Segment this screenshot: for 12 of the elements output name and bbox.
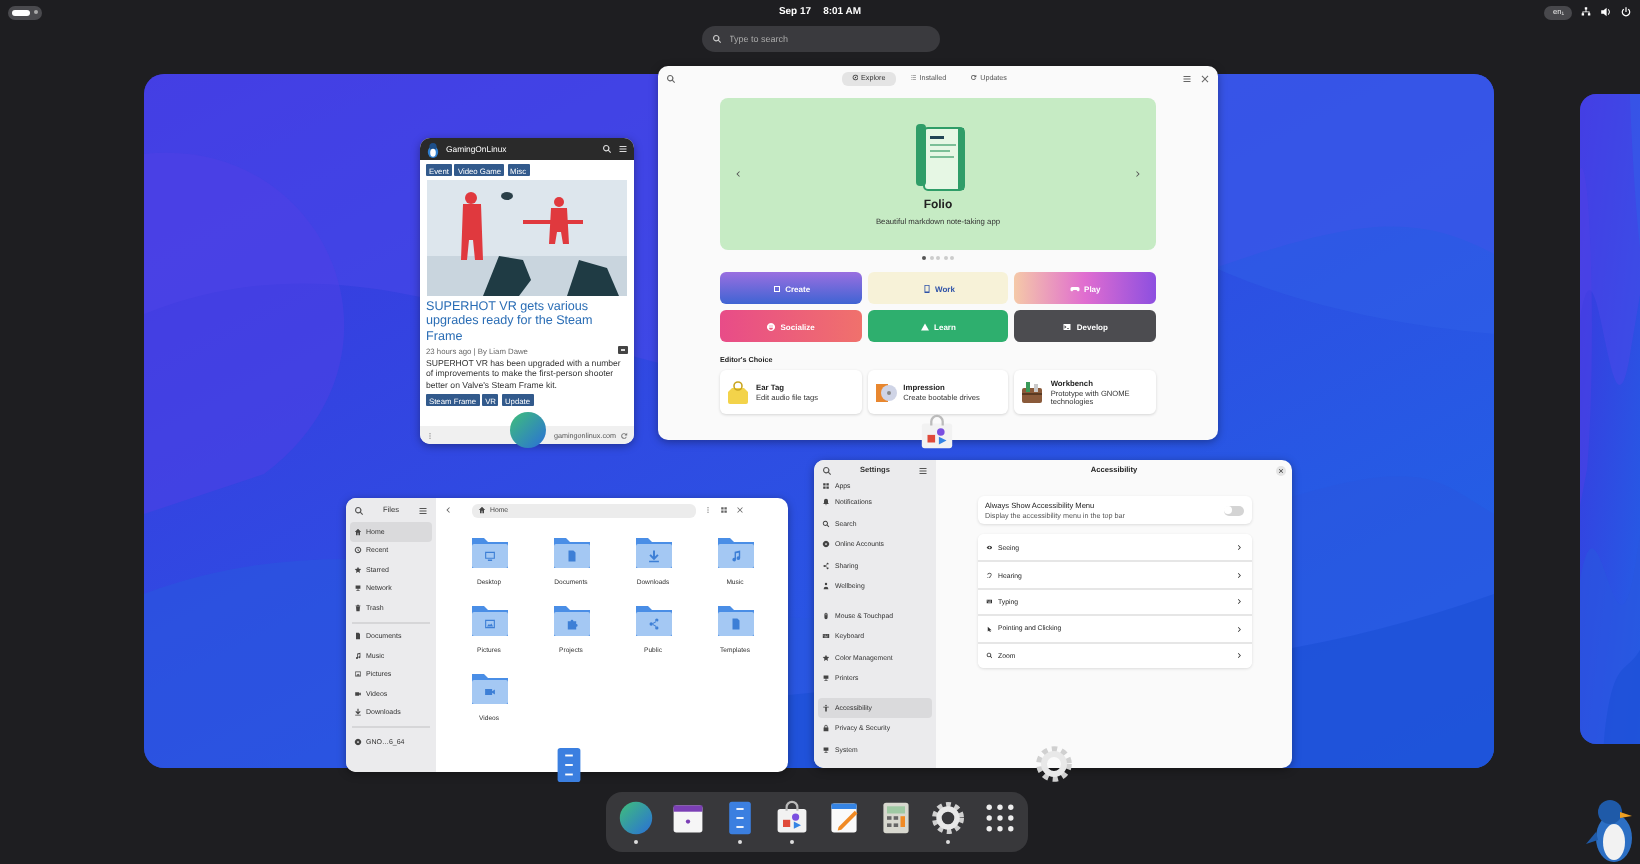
app-grid-icon[interactable] bbox=[981, 800, 1017, 836]
power-icon[interactable] bbox=[1620, 6, 1632, 18]
shopping-bag-icon[interactable] bbox=[773, 800, 809, 836]
speaker-icon[interactable] bbox=[1600, 6, 1612, 18]
notepad-icon[interactable] bbox=[825, 800, 861, 836]
search-icon bbox=[711, 34, 721, 44]
network-icon[interactable] bbox=[1580, 6, 1592, 18]
gear-icon[interactable] bbox=[929, 800, 965, 836]
calculator-icon[interactable] bbox=[877, 800, 913, 836]
activities-indicator[interactable] bbox=[8, 5, 42, 19]
globe-icon[interactable] bbox=[617, 800, 653, 836]
calendar-icon[interactable] bbox=[669, 800, 705, 836]
